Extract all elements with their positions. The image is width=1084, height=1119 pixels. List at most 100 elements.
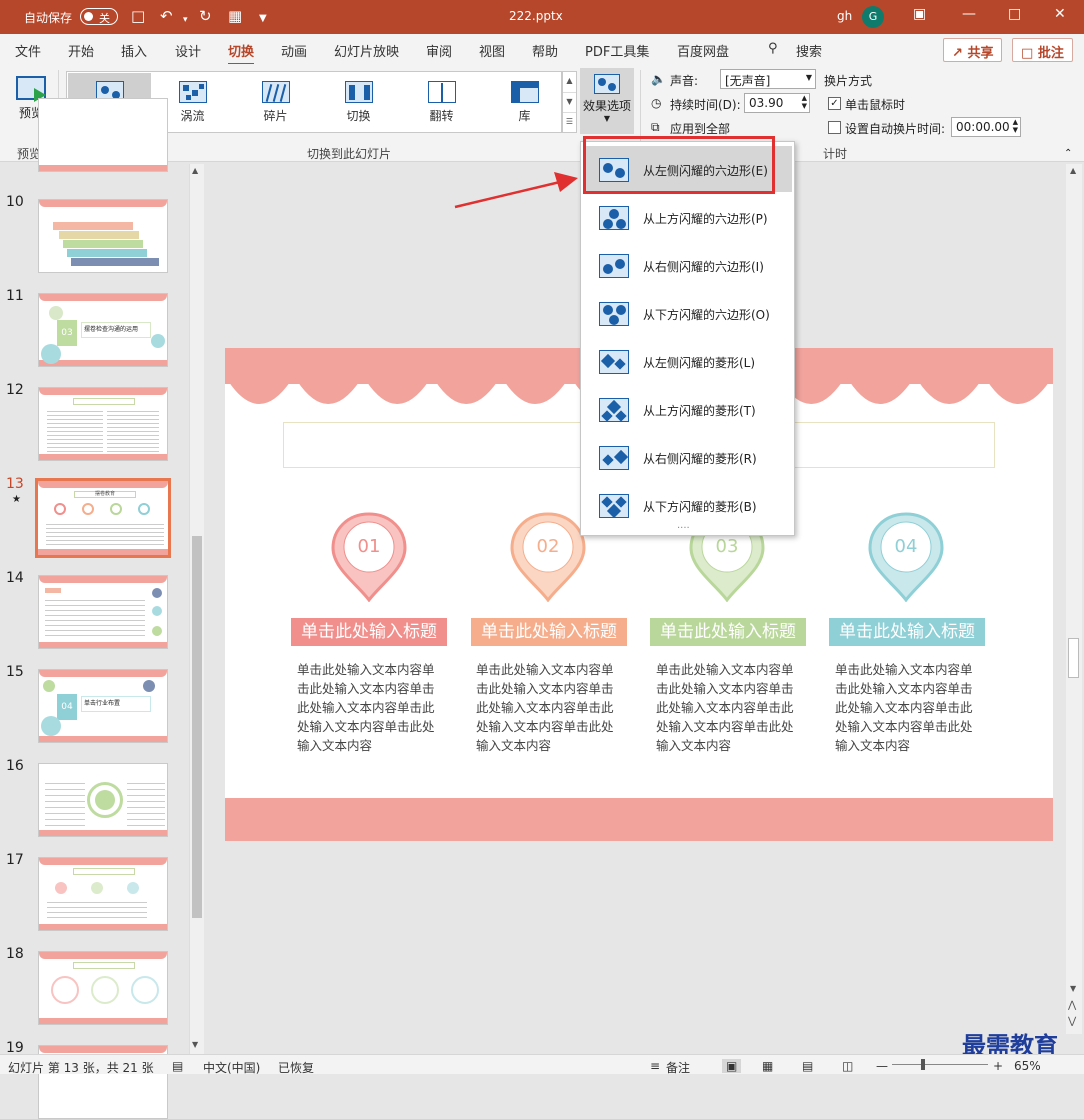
customize-toolbar-icon[interactable]: ▼ bbox=[259, 11, 267, 27]
avatar[interactable]: G bbox=[862, 6, 884, 28]
search-label[interactable]: 搜索 bbox=[796, 41, 822, 60]
spell-check-icon[interactable]: ▤ bbox=[172, 1059, 183, 1073]
slide-thumbnail-12[interactable] bbox=[38, 387, 168, 461]
diamond-bottom-icon bbox=[599, 494, 629, 518]
auto-advance-checkbox[interactable] bbox=[828, 121, 841, 134]
tab-baidu-netdisk[interactable]: 百度网盘 bbox=[677, 41, 729, 60]
present-icon[interactable]: ▦ bbox=[228, 8, 242, 24]
hexagon-bottom-icon bbox=[599, 302, 629, 326]
duration-stepper[interactable]: 03.90 ▲ ▼ bbox=[744, 93, 810, 113]
slide-thumbnail-17[interactable] bbox=[38, 857, 168, 931]
scroll-up-icon[interactable]: ▲ bbox=[192, 166, 198, 175]
tab-insert[interactable]: 插入 bbox=[121, 41, 147, 60]
redo-icon[interactable]: ↻ bbox=[199, 8, 212, 24]
card-text[interactable]: 单击此处输入文本内容单 击此处输入文本内容单击 此处输入文本内容单击此 处输入文本内容… bbox=[835, 660, 983, 755]
tab-home[interactable]: 开始 bbox=[68, 41, 94, 60]
notes-button[interactable]: 备注 bbox=[666, 1059, 690, 1076]
zoom-slider-thumb[interactable] bbox=[921, 1059, 925, 1070]
auto-advance-stepper[interactable]: 00:00.00 ▲ ▼ bbox=[951, 117, 1021, 137]
undo-dropdown-icon[interactable]: ▾ bbox=[183, 12, 188, 28]
effect-hex-from-top[interactable]: 从上方闪耀的六边形(P) bbox=[583, 194, 792, 240]
tab-slideshow[interactable]: 幻灯片放映 bbox=[334, 41, 399, 60]
card-title[interactable]: 单击此处输入标题 bbox=[291, 618, 447, 646]
stepper-arrows-icon[interactable]: ▲ ▼ bbox=[1013, 118, 1018, 134]
slide-thumbnail-16[interactable] bbox=[38, 763, 168, 837]
slideshow-view-icon[interactable]: ◫ bbox=[842, 1059, 853, 1073]
language-indicator[interactable]: 中文(中国) bbox=[203, 1059, 260, 1076]
slide-thumbnail-15[interactable]: 04 单击行业布置 bbox=[38, 669, 168, 743]
slide-scrollbar[interactable]: ▲ ▼ ⋀ ⋁ bbox=[1066, 164, 1082, 1034]
gallery-more-icon[interactable]: ☰ bbox=[563, 112, 576, 132]
thumbnail-pane: 10 11 03 摆卷检查沟通的运用 12 13 ★ 摆卷教育 14 15 04… bbox=[0, 98, 208, 1119]
reading-view-icon[interactable]: ▤ bbox=[802, 1059, 813, 1073]
card-text[interactable]: 单击此处输入文本内容单 击此处输入文本内容单击 此处输入文本内容单击此 处输入文本内容… bbox=[476, 660, 624, 755]
gallery-up-icon[interactable]: ▲ bbox=[563, 72, 576, 92]
slide-thumbnail-11[interactable]: 03 摆卷检查沟通的运用 bbox=[38, 293, 168, 367]
card-title[interactable]: 单击此处输入标题 bbox=[829, 618, 985, 646]
card-title[interactable]: 单击此处输入标题 bbox=[471, 618, 627, 646]
share-button[interactable]: ↗ 共享 bbox=[943, 38, 1003, 62]
transition-switch[interactable]: 切换 bbox=[317, 73, 400, 131]
effect-diamond-from-left[interactable]: 从左侧闪耀的菱形(L) bbox=[583, 338, 792, 384]
transition-shred[interactable]: 碎片 bbox=[234, 73, 317, 131]
menu-more-indicator[interactable]: .... bbox=[677, 520, 690, 531]
thumbnail-scroll-thumb[interactable] bbox=[192, 536, 202, 918]
notes-icon[interactable]: ≡ bbox=[650, 1059, 660, 1073]
zoom-in-icon[interactable]: + bbox=[993, 1059, 1003, 1073]
effect-hex-from-right[interactable]: 从右侧闪耀的六边形(I) bbox=[583, 242, 792, 288]
effect-options-button[interactable]: 效果选项 ▼ bbox=[580, 68, 634, 134]
maximize-icon[interactable]: □ bbox=[1008, 6, 1021, 22]
sound-select[interactable]: [无声音] ▼ bbox=[720, 69, 816, 89]
collapse-ribbon-icon[interactable]: ⌃ bbox=[1064, 148, 1072, 159]
scroll-down-icon[interactable]: ▼ bbox=[1070, 984, 1076, 993]
transition-gallery-effect[interactable]: 库 bbox=[483, 73, 566, 131]
effect-options-label: 效果选项 bbox=[582, 99, 631, 113]
tab-pdf-tools[interactable]: PDF工具集 bbox=[585, 41, 649, 60]
search-icon[interactable]: ⚲ bbox=[768, 41, 778, 56]
minimize-icon[interactable]: — bbox=[962, 6, 976, 22]
stepper-arrows-icon[interactable]: ▲ ▼ bbox=[802, 94, 807, 110]
slide-thumbnail-13[interactable]: 摆卷教育 bbox=[35, 478, 171, 558]
normal-view-icon[interactable]: ▣ bbox=[722, 1059, 742, 1073]
tab-animations[interactable]: 动画 bbox=[281, 41, 307, 60]
undo-icon[interactable]: ↶ bbox=[160, 8, 173, 24]
tab-help[interactable]: 帮助 bbox=[532, 41, 558, 60]
tab-design[interactable]: 设计 bbox=[175, 41, 201, 60]
slide-scroll-thumb[interactable] bbox=[1068, 638, 1079, 678]
tab-file[interactable]: 文件 bbox=[15, 41, 41, 60]
effect-diamond-from-right[interactable]: 从右侧闪耀的菱形(R) bbox=[583, 434, 792, 480]
close-icon[interactable]: ✕ bbox=[1054, 6, 1066, 22]
scroll-down-icon[interactable]: ▼ bbox=[192, 1040, 198, 1049]
transition-flip[interactable]: 翻转 bbox=[400, 73, 483, 131]
gallery-down-icon[interactable]: ▼ bbox=[563, 92, 576, 112]
card-title[interactable]: 单击此处输入标题 bbox=[650, 618, 806, 646]
card-text[interactable]: 单击此处输入文本内容单 击此处输入文本内容单击 此处输入文本内容单击此 处输入文本内容… bbox=[656, 660, 804, 755]
gallery-scroll[interactable]: ▲ ▼ ☰ bbox=[562, 71, 577, 133]
effect-diamond-from-top[interactable]: 从上方闪耀的菱形(T) bbox=[583, 386, 792, 432]
recovery-status: 已恢复 bbox=[278, 1061, 315, 1075]
tab-review[interactable]: 审阅 bbox=[426, 41, 452, 60]
zoom-out-icon[interactable]: — bbox=[876, 1059, 888, 1073]
tab-transitions[interactable]: 切换 bbox=[228, 41, 255, 66]
slide-thumbnail-10[interactable] bbox=[38, 199, 168, 273]
card-number: 04 bbox=[894, 536, 918, 557]
slide-thumbnail-14[interactable] bbox=[38, 575, 168, 649]
comment-button[interactable]: □ 批注 bbox=[1012, 38, 1073, 62]
tab-view[interactable]: 视图 bbox=[479, 41, 505, 60]
ribbon-display-icon[interactable]: ▣ bbox=[913, 6, 926, 22]
apply-all-button[interactable]: 应用到全部 bbox=[670, 120, 730, 137]
scroll-up-icon[interactable]: ▲ bbox=[1070, 166, 1076, 175]
effect-hex-from-bottom[interactable]: 从下方闪耀的六边形(O) bbox=[583, 290, 792, 336]
next-slide-icon[interactable]: ⋁ bbox=[1068, 1016, 1076, 1027]
zoom-level[interactable]: 65% bbox=[1014, 1059, 1041, 1073]
card-text[interactable]: 单击此处输入文本内容单 击此处输入文本内容单击 此处输入文本内容单击此 处输入文本内容… bbox=[297, 660, 445, 755]
previous-slide-icon[interactable]: ⋀ bbox=[1068, 1000, 1076, 1011]
thumbnail-scrollbar[interactable]: ▲ ▼ bbox=[189, 164, 204, 1054]
save-icon[interactable]: □ bbox=[131, 8, 145, 24]
on-click-checkbox[interactable]: ✓ bbox=[828, 97, 841, 110]
autosave-toggle[interactable]: 关 bbox=[80, 8, 118, 25]
slide-sorter-icon[interactable]: ▦ bbox=[762, 1059, 773, 1073]
zoom-slider[interactable] bbox=[892, 1059, 988, 1070]
slide-thumbnail-18[interactable] bbox=[38, 951, 168, 1025]
slide-thumbnail-9[interactable] bbox=[38, 98, 168, 172]
